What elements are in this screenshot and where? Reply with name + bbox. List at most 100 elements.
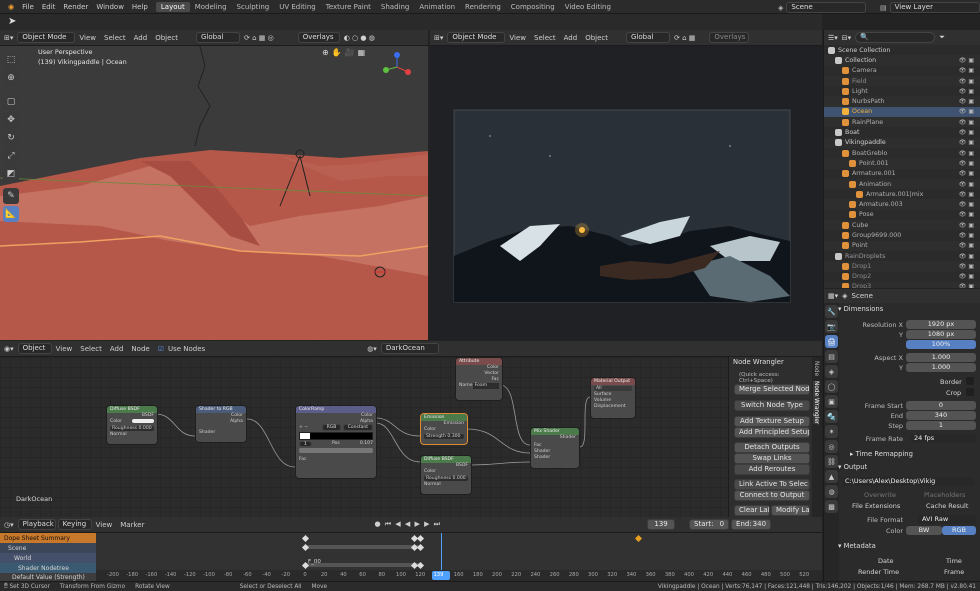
outliner-item[interactable]: Light 👁▣ xyxy=(824,86,980,97)
tab-compositing[interactable]: Compositing xyxy=(506,2,560,12)
tab-animation[interactable]: Animation xyxy=(414,2,460,12)
outliner-item[interactable]: Animation 👁▣ xyxy=(824,178,980,190)
field-roughness[interactable]: Roughness 0.000 xyxy=(110,426,154,431)
timeline-menu-marker[interactable]: Marker xyxy=(116,521,148,529)
node-editor-type-icon[interactable]: ◉▾ xyxy=(0,345,18,353)
transform-tool-icon[interactable]: ◩ xyxy=(3,166,19,182)
editor-type-icon-right[interactable]: ⊞▾ xyxy=(430,34,447,42)
outliner-item[interactable]: RainDroplets 👁▣ xyxy=(824,250,980,262)
select-cursor-icon[interactable]: ➤ xyxy=(8,16,16,27)
keyframe[interactable] xyxy=(416,534,425,543)
rendered-viewport[interactable] xyxy=(430,46,822,340)
metadata-section-header[interactable]: ▾ Metadata xyxy=(838,542,876,550)
overlays-dropdown[interactable]: Overlays xyxy=(297,32,340,43)
visibility-icons[interactable]: 👁▣ xyxy=(959,253,976,260)
world-props-icon[interactable]: ◯ xyxy=(825,380,838,393)
outliner-editor-icon[interactable]: ☰▾ xyxy=(828,34,838,42)
crop-checkbox[interactable] xyxy=(966,388,974,396)
constraints-props-icon[interactable]: ⛓ xyxy=(825,455,838,468)
visibility-icons[interactable]: 👁▣ xyxy=(959,67,976,74)
scene-name[interactable]: Scene xyxy=(786,2,867,13)
visibility-icons[interactable]: 👁▣ xyxy=(959,88,976,95)
editor-type-icon[interactable]: ⊞▾ xyxy=(0,34,17,42)
tab-texture-paint[interactable]: Texture Paint xyxy=(321,2,376,12)
field-strength[interactable]: Strength 0.300 xyxy=(424,434,464,439)
visibility-icons[interactable]: 👁▣ xyxy=(959,150,976,157)
ramp-stop-color[interactable] xyxy=(299,448,373,453)
add-texture-setup-button[interactable]: Add Texture Setup xyxy=(734,416,810,427)
vp-right-menu-select[interactable]: Select xyxy=(530,34,560,42)
channel-dopesheet-summary[interactable]: Dope Sheet Summary xyxy=(0,533,96,543)
tab-video-editing[interactable]: Video Editing xyxy=(560,2,616,12)
node-diffuse-bsdf-2[interactable]: Diffuse BSDF BSDF Color Roughness 0.000 … xyxy=(420,455,472,495)
vp-menu-object[interactable]: Object xyxy=(151,34,182,42)
outliner-search[interactable]: 🔍 xyxy=(855,32,936,43)
filter-icon[interactable]: ⊟▾ xyxy=(842,34,851,42)
outliner-item[interactable]: Scene Collection xyxy=(824,45,980,56)
node-emission[interactable]: Emission Emission Color Strength 0.300 xyxy=(420,413,468,445)
outliner-item[interactable]: Drop2 👁▣ xyxy=(824,271,980,282)
field-roughness[interactable]: Roughness 0.000 xyxy=(424,476,468,481)
playback-controls-icon[interactable]: ● ⏮ ◀ ◀ ▶ ▶ ⏭ xyxy=(370,520,445,529)
outliner-item[interactable]: Cube 👁▣ xyxy=(824,220,980,231)
visibility-icons[interactable]: 👁▣ xyxy=(959,283,976,288)
view-layer-name[interactable]: View Layer xyxy=(889,2,980,13)
tab-rendering[interactable]: Rendering xyxy=(460,2,506,12)
frame-step-field[interactable]: 1 xyxy=(906,421,976,430)
tab-uv-editing[interactable]: UV Editing xyxy=(274,2,321,12)
move-tool-icon[interactable]: ✥ xyxy=(3,112,19,128)
ramp-index[interactable]: 1 xyxy=(299,441,312,447)
keyframe[interactable] xyxy=(416,561,425,570)
outliner-item[interactable]: Collection 👁▣ xyxy=(824,55,980,66)
material-browse-icon[interactable]: ◍▾ xyxy=(363,345,381,353)
node-shader-to-rgb[interactable]: Shader to RGB Color Alpha Shader xyxy=(195,405,247,443)
outliner-item[interactable]: Field 👁▣ xyxy=(824,75,980,87)
ramp-color-mode[interactable]: RGB xyxy=(321,424,342,431)
node-menu-node[interactable]: Node xyxy=(127,345,153,353)
visibility-icons[interactable]: 👁▣ xyxy=(959,170,976,177)
outliner-item[interactable]: BoatGreblo 👁▣ xyxy=(824,147,980,159)
outliner-item[interactable]: Drop3 👁▣ xyxy=(824,281,980,288)
visibility-icons[interactable]: 👁▣ xyxy=(959,57,976,64)
start-frame-field[interactable]: Start: 0 xyxy=(689,519,730,530)
visibility-icons[interactable]: 👁▣ xyxy=(959,242,976,249)
visibility-icons[interactable]: 👁▣ xyxy=(959,129,976,136)
pan-icon[interactable]: ✋ xyxy=(332,48,342,57)
node-canvas[interactable]: Diffuse BSDF BSDF Color Roughness 0.000 … xyxy=(0,357,728,517)
visibility-icons[interactable]: 👁▣ xyxy=(959,232,976,239)
visibility-icons[interactable]: 👁▣ xyxy=(959,160,976,167)
measure-tool-icon[interactable]: 📐 xyxy=(3,206,19,222)
outliner-item[interactable]: RainPlane 👁▣ xyxy=(824,117,980,128)
orientation-dropdown[interactable]: Global xyxy=(196,32,240,43)
visibility-icons[interactable]: 👁▣ xyxy=(959,98,976,105)
overlays-dropdown-right[interactable]: Overlays xyxy=(709,32,750,43)
end-frame-field[interactable]: End: 340 xyxy=(731,519,772,530)
visibility-icons[interactable]: 👁▣ xyxy=(959,108,976,115)
tab-modeling[interactable]: Modeling xyxy=(190,2,232,12)
visibility-icons[interactable]: 👁▣ xyxy=(959,201,976,208)
shading-icons[interactable]: ◐ ○ ● ◍ xyxy=(340,34,379,42)
border-checkbox[interactable] xyxy=(966,377,974,385)
outliner-item[interactable]: Drop1 👁▣ xyxy=(824,261,980,272)
ramp-gradient[interactable] xyxy=(299,432,373,440)
connect-to-output-button[interactable]: Connect to Output xyxy=(734,490,810,501)
menu-edit[interactable]: Edit xyxy=(38,3,60,11)
visibility-icons[interactable]: 👁▣ xyxy=(959,273,976,280)
cursor-tool-icon[interactable]: ⊕ xyxy=(3,70,19,86)
vp-menu-view[interactable]: View xyxy=(75,34,100,42)
rotate-tool-icon[interactable]: ↻ xyxy=(3,130,19,146)
current-frame-field[interactable]: 139 xyxy=(647,519,676,530)
add-reroutes-button[interactable]: Add Reroutes xyxy=(734,464,810,475)
outliner-item[interactable]: Armature.003 👁▣ xyxy=(824,199,980,210)
merge-selected-button[interactable]: Merge Selected Nodes xyxy=(734,384,810,395)
outliner-item[interactable]: Group9699.000 👁▣ xyxy=(824,230,980,241)
camera-view-icon[interactable]: 🎥 xyxy=(345,48,355,57)
attr-name-field[interactable]: Foam xyxy=(472,383,499,389)
snap-icon-right[interactable]: ⟳ ⌂ ▦ xyxy=(670,34,699,42)
mode-dropdown-right[interactable]: Object Mode xyxy=(447,32,506,43)
node-material-output[interactable]: Material Output All Surface Volume Displ… xyxy=(590,377,636,419)
visibility-icons[interactable]: 👁▣ xyxy=(959,139,976,146)
visibility-icons[interactable]: 👁▣ xyxy=(959,119,976,126)
frame-rate-dropdown[interactable]: 24 fps xyxy=(910,434,976,443)
menu-render[interactable]: Render xyxy=(59,3,92,11)
